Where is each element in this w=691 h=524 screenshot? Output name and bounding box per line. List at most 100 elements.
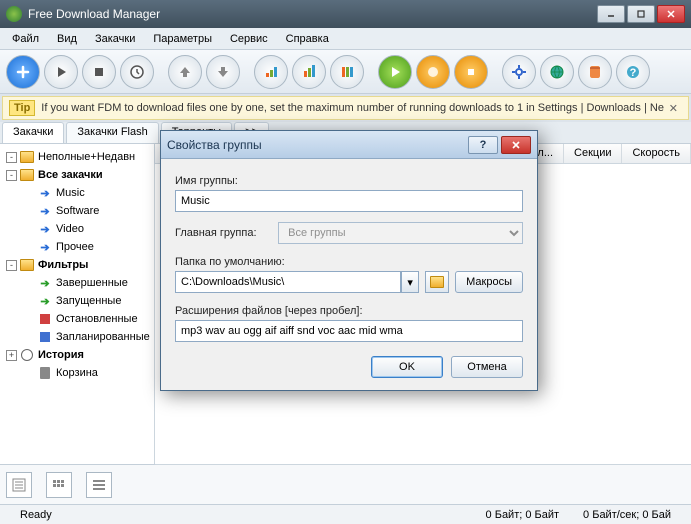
- status-bar: Ready 0 Байт; 0 Байт 0 Байт/сек; 0 Бай: [0, 504, 691, 524]
- tree-item[interactable]: Запланированные: [2, 328, 152, 346]
- stop-all-button[interactable]: [454, 55, 488, 89]
- ok-button[interactable]: OK: [371, 356, 443, 378]
- tree-item[interactable]: + История: [2, 346, 152, 364]
- dialog-close-button[interactable]: [501, 136, 531, 154]
- tree-item-label: Music: [56, 187, 85, 199]
- add-download-button[interactable]: [6, 55, 40, 89]
- mode-medium-button[interactable]: [292, 55, 326, 89]
- trash-icon: [38, 366, 52, 380]
- tree-item-label: Фильтры: [38, 259, 88, 271]
- menu-service[interactable]: Сервис: [222, 31, 276, 47]
- browser-button[interactable]: [540, 55, 574, 89]
- move-up-button[interactable]: [168, 55, 202, 89]
- svg-text:?: ?: [630, 67, 637, 79]
- parent-group-select[interactable]: Все группы: [278, 222, 523, 244]
- arrow-right-icon: ➔: [38, 222, 52, 236]
- status-ready: Ready: [8, 509, 64, 521]
- column-header[interactable]: Секции: [564, 144, 622, 163]
- default-folder-input[interactable]: [175, 271, 401, 293]
- help-button[interactable]: ?: [616, 55, 650, 89]
- tree-item[interactable]: ➔ Запущенные: [2, 292, 152, 310]
- group-name-label: Имя группы:: [175, 175, 523, 187]
- scheduled-icon: [38, 330, 52, 344]
- tree-item[interactable]: ➔Video: [2, 220, 152, 238]
- pause-all-button[interactable]: [416, 55, 450, 89]
- macros-button[interactable]: Макросы: [455, 271, 523, 293]
- tree-item[interactable]: - Фильтры: [2, 256, 152, 274]
- dialog-actions: OK Отмена: [175, 356, 523, 378]
- tip-badge: Tip: [9, 100, 35, 116]
- mode-light-button[interactable]: [254, 55, 288, 89]
- tree-item-label: Прочее: [56, 241, 94, 253]
- column-header[interactable]: Скорость: [622, 144, 691, 163]
- expand-icon[interactable]: +: [6, 350, 17, 361]
- menu-view[interactable]: Вид: [49, 31, 85, 47]
- tree-item[interactable]: ➔Music: [2, 184, 152, 202]
- tree-panel: -Неполные+Недавн-Все закачки➔Music➔Softw…: [0, 144, 155, 464]
- collapse-icon[interactable]: -: [6, 260, 17, 271]
- toolbar-separator: [158, 55, 164, 89]
- stop-button[interactable]: [82, 55, 116, 89]
- help-docs-button[interactable]: [578, 55, 612, 89]
- status-speed: 0 Байт/сек; 0 Бай: [571, 509, 683, 521]
- menu-options[interactable]: Параметры: [145, 31, 220, 47]
- dialog-titlebar[interactable]: Свойства группы ?: [161, 131, 537, 159]
- tree-item-label: Остановленные: [56, 313, 138, 325]
- move-down-button[interactable]: [206, 55, 240, 89]
- panel-log-icon[interactable]: [6, 472, 32, 498]
- menu-downloads[interactable]: Закачки: [87, 31, 143, 47]
- cancel-button[interactable]: Отмена: [451, 356, 523, 378]
- arrow-right-icon: ➔: [38, 294, 52, 308]
- schedule-button[interactable]: [120, 55, 154, 89]
- tree-item-label: Запущенные: [56, 295, 121, 307]
- browse-folder-button[interactable]: [425, 271, 449, 293]
- toolbar-separator: [368, 55, 374, 89]
- tree-item-label: Корзина: [56, 367, 98, 379]
- folder-icon: [20, 258, 34, 272]
- menubar: Файл Вид Закачки Параметры Сервис Справк…: [0, 28, 691, 50]
- tree-item-label: Запланированные: [56, 331, 150, 343]
- close-button[interactable]: [657, 5, 685, 23]
- tree-item-label: Software: [56, 205, 99, 217]
- maximize-button[interactable]: [627, 5, 655, 23]
- tree-item[interactable]: - Все закачки: [2, 166, 152, 184]
- tree-item[interactable]: ➔ Software: [2, 202, 152, 220]
- group-properties-dialog: Свойства группы ? Имя группы: Главная гр…: [160, 130, 538, 391]
- settings-button[interactable]: [502, 55, 536, 89]
- tab-downloads[interactable]: Закачки: [2, 122, 64, 143]
- toolbar: ?: [0, 50, 691, 94]
- tree-item-label: Все закачки: [38, 169, 103, 181]
- toolbar-separator: [244, 55, 250, 89]
- parent-group-label: Главная группа:: [175, 227, 258, 239]
- folder-dropdown-icon[interactable]: ▾: [401, 271, 419, 293]
- extensions-input[interactable]: [175, 320, 523, 342]
- dialog-help-button[interactable]: ?: [468, 136, 498, 154]
- arrow-right-icon: ➔: [38, 204, 52, 218]
- panel-bars-icon[interactable]: [86, 472, 112, 498]
- mode-heavy-button[interactable]: [330, 55, 364, 89]
- menu-help[interactable]: Справка: [278, 31, 337, 47]
- tab-flash[interactable]: Закачки Flash: [66, 122, 158, 143]
- tree-item-label: История: [38, 349, 84, 361]
- app-icon: [6, 6, 22, 22]
- minimize-button[interactable]: [597, 5, 625, 23]
- collapse-icon[interactable]: -: [6, 170, 17, 181]
- tree-item[interactable]: ➔ Прочее: [2, 238, 152, 256]
- default-folder-label: Папка по умолчанию:: [175, 256, 523, 268]
- group-name-input[interactable]: [175, 190, 523, 212]
- tree-item[interactable]: Корзина: [2, 364, 152, 382]
- tip-close-icon[interactable]: ✕: [665, 102, 682, 115]
- panel-progress-icon[interactable]: [46, 472, 72, 498]
- bottom-panel: [0, 464, 691, 504]
- collapse-icon[interactable]: -: [6, 152, 17, 163]
- folder-icon: [20, 150, 34, 164]
- tree-item-label: Неполные+Недавн: [38, 151, 135, 163]
- start-all-button[interactable]: [378, 55, 412, 89]
- start-button[interactable]: [44, 55, 78, 89]
- tree-item[interactable]: Остановленные: [2, 310, 152, 328]
- tree-item[interactable]: ➔Завершенные: [2, 274, 152, 292]
- menu-file[interactable]: Файл: [4, 31, 47, 47]
- arrow-right-icon: ➔: [38, 240, 52, 254]
- toolbar-separator: [492, 55, 498, 89]
- tree-item[interactable]: - Неполные+Недавн: [2, 148, 152, 166]
